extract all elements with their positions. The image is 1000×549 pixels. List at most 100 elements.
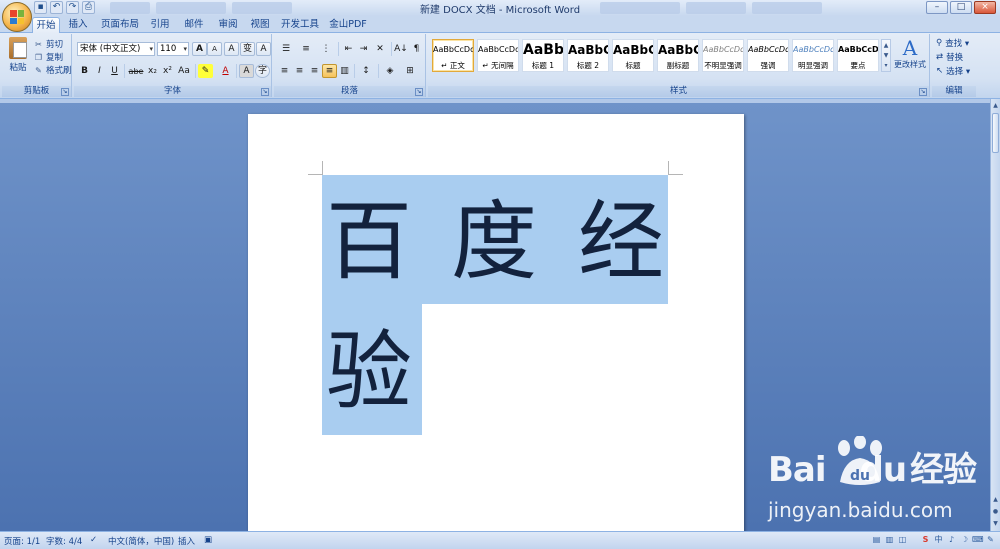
subscript-button[interactable]: x₂	[145, 64, 160, 78]
chevron-up-icon[interactable]: ▲	[884, 42, 889, 49]
style-subtitle[interactable]: AaBbC 副标题	[657, 39, 699, 72]
cut-button[interactable]: ✂ 剪切	[34, 38, 63, 51]
bullets-icon[interactable]: ☰	[277, 42, 295, 56]
close-button[interactable]: ×	[974, 1, 996, 14]
numbering-icon[interactable]: ≡	[297, 42, 315, 56]
underline-button[interactable]: U	[107, 64, 122, 78]
styles-gallery-scroll[interactable]: ▲ ▼ ▾	[881, 39, 891, 72]
replace-button[interactable]: ⇄ 替换	[936, 51, 963, 63]
font-size-combo[interactable]: 110 ▾	[157, 42, 189, 56]
document-char[interactable]: 度	[451, 192, 537, 292]
language-indicator[interactable]: 中文(简体，中国)	[108, 535, 174, 547]
clear-format-button[interactable]: A	[224, 42, 239, 56]
style-subtle-emphasis[interactable]: AaBbCcDd 不明显强调	[702, 39, 744, 72]
full-screen-icon[interactable]: ▥	[884, 534, 895, 545]
show-marks-button[interactable]: ¶	[409, 42, 424, 56]
watermark-logo-bai: Bai	[768, 450, 827, 490]
distributed-icon[interactable]: ▥	[337, 64, 352, 78]
borders-icon[interactable]: ⊞	[401, 64, 419, 78]
style-title[interactable]: AaBbC 标题	[612, 39, 654, 72]
sort-button[interactable]: A↓	[393, 42, 409, 56]
character-border-button[interactable]: A	[256, 42, 271, 56]
style-intense-emphasis[interactable]: AaBbCcDd 明显强调	[792, 39, 834, 72]
multilevel-list-icon[interactable]: ⋮	[317, 42, 335, 56]
proofing-icon[interactable]: ✓	[90, 535, 97, 545]
chevron-down-icon[interactable]: ▼	[884, 52, 889, 59]
tools-icon[interactable]: ✎	[985, 534, 996, 546]
vertical-scrollbar[interactable]: ▲ ▲ ● ▼	[990, 99, 1000, 531]
chinese-layout-icon[interactable]: ✕	[371, 42, 389, 56]
sogou-ime-icon[interactable]: S	[920, 534, 931, 546]
keyboard-icon[interactable]: ⌨	[972, 534, 984, 546]
tab-view[interactable]: 视图	[246, 17, 274, 33]
browse-object-icon[interactable]: ●	[991, 507, 1000, 517]
tab-developer[interactable]: 开发工具	[280, 17, 320, 33]
justify-icon[interactable]: ≡	[322, 64, 337, 78]
office-button[interactable]	[2, 2, 32, 32]
change-case-button[interactable]: Aa	[175, 64, 193, 78]
maximize-button[interactable]: □	[950, 1, 972, 14]
align-right-icon[interactable]: ≡	[307, 64, 322, 78]
italic-button[interactable]: I	[92, 64, 107, 78]
font-name-combo[interactable]: 宋体 (中文正文) ▾	[77, 42, 155, 56]
chevron-down-icon[interactable]: ▼	[991, 519, 1000, 529]
align-center-icon[interactable]: ≡	[292, 64, 307, 78]
tab-references[interactable]: 引用	[146, 17, 174, 33]
bold-button[interactable]: B	[77, 64, 92, 78]
style-normal[interactable]: AaBbCcDd ↵ 正文	[432, 39, 474, 72]
font-launcher-icon[interactable]: ↘	[261, 88, 269, 96]
insert-mode[interactable]: 插入	[178, 535, 195, 547]
page-count[interactable]: 页面: 1/1	[4, 535, 40, 547]
macro-record-icon[interactable]: ▣	[204, 535, 212, 545]
strikethrough-button[interactable]: abe	[127, 64, 145, 78]
enclose-characters-button[interactable]: 字	[255, 64, 270, 78]
style-strong[interactable]: AaBbCcDd 要点	[837, 39, 879, 72]
font-color-button[interactable]: A	[218, 64, 233, 78]
format-painter-button[interactable]: ✎ 格式刷	[34, 64, 71, 77]
word-count[interactable]: 字数: 4/4	[46, 535, 82, 547]
half-width-icon[interactable]: ☽	[959, 534, 970, 546]
decrease-indent-icon[interactable]: ⇤	[341, 42, 356, 56]
superscript-button[interactable]: x²	[160, 64, 175, 78]
ime-chinese-icon[interactable]: 中	[933, 534, 944, 546]
style-heading-1[interactable]: AaBb 标题 1	[522, 39, 564, 72]
tab-mailings[interactable]: 邮件	[180, 17, 208, 33]
style-heading-2[interactable]: AaBbC 标题 2	[567, 39, 609, 72]
web-layout-icon[interactable]: ◫	[897, 534, 908, 545]
punctuation-icon[interactable]: ♪	[946, 534, 957, 546]
style-no-spacing[interactable]: AaBbCcDd ↵ 无间隔	[477, 39, 519, 72]
copy-button[interactable]: ❐ 复制	[34, 51, 63, 64]
style-emphasis[interactable]: AaBbCcDd 强调	[747, 39, 789, 72]
select-button[interactable]: ↖ 选择 ▾	[936, 65, 970, 77]
tab-kingsoft-pdf[interactable]: 金山PDF	[328, 17, 368, 33]
tab-insert[interactable]: 插入	[64, 17, 92, 33]
phonetic-guide-button[interactable]: 变	[240, 42, 255, 56]
highlight-color-button[interactable]: ✎	[198, 64, 213, 78]
document-char[interactable]: 验	[326, 322, 412, 422]
tab-review[interactable]: 审阅	[214, 17, 242, 33]
clipboard-launcher-icon[interactable]: ↘	[61, 88, 69, 96]
scroll-thumb[interactable]	[992, 113, 999, 153]
change-styles-button[interactable]: A 更改样式	[892, 37, 928, 81]
chevron-up-icon[interactable]: ▲	[991, 495, 1000, 505]
paste-button[interactable]: 粘贴	[6, 37, 30, 77]
find-button[interactable]: ⚲ 查找 ▾	[936, 37, 969, 49]
align-left-icon[interactable]: ≡	[277, 64, 292, 78]
line-spacing-icon[interactable]: ↕	[357, 64, 375, 78]
character-shading-button[interactable]: A	[239, 64, 254, 78]
tab-page-layout[interactable]: 页面布局	[100, 17, 140, 33]
paragraph-launcher-icon[interactable]: ↘	[415, 88, 423, 96]
more-icon[interactable]: ▾	[884, 62, 887, 69]
chevron-up-icon[interactable]: ▲	[991, 101, 1000, 111]
print-layout-icon[interactable]: ▤	[871, 534, 882, 545]
styles-launcher-icon[interactable]: ↘	[919, 88, 927, 96]
shading-icon[interactable]: ◈	[381, 64, 399, 78]
shrink-font-button[interactable]: A	[207, 42, 222, 56]
grow-font-button[interactable]: A	[192, 42, 207, 56]
tab-home[interactable]: 开始	[32, 17, 60, 33]
minimize-button[interactable]: –	[926, 1, 948, 14]
document-char[interactable]: 经	[578, 192, 664, 292]
document-page[interactable]: 百 度 经 验	[248, 114, 744, 534]
document-char[interactable]: 百	[326, 192, 412, 292]
increase-indent-icon[interactable]: ⇥	[356, 42, 371, 56]
